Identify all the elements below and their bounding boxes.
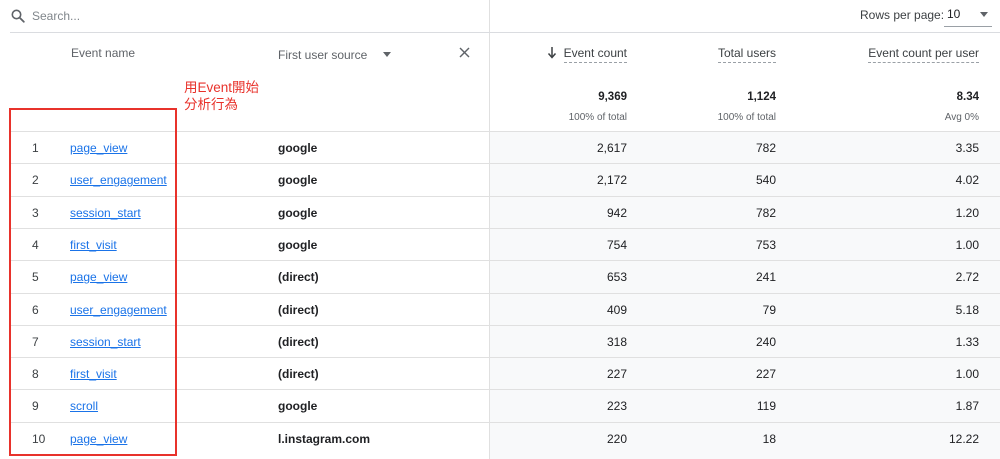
search-input[interactable]: [32, 6, 452, 26]
column-header-first-user-source[interactable]: First user source: [278, 48, 367, 62]
first-user-source-cell: google: [278, 399, 318, 414]
rows-per-page-label: Rows per page:: [860, 8, 945, 22]
event-count-cell: 2,172: [596, 173, 627, 188]
event-count-per-user-cell: 5.18: [955, 302, 979, 317]
total-event-count-percent: 100% of total: [568, 112, 627, 123]
total-users-percent: 100% of total: [717, 112, 776, 123]
event-count-per-user-cell: 1.00: [955, 367, 979, 382]
search-icon: [11, 9, 25, 23]
first-user-source-cell: (direct): [278, 334, 319, 349]
chevron-down-icon: [980, 12, 988, 17]
event-count-per-user-cell: 1.20: [955, 205, 979, 220]
event-count-per-user-cell: 1.33: [955, 334, 979, 349]
total-users-cell: 240: [755, 334, 776, 349]
table-top-divider: [10, 32, 1000, 33]
event-count-cell: 318: [606, 334, 627, 349]
table-toolbar: Rows per page: 10: [0, 0, 1000, 33]
column-header-event-count[interactable]: Event count: [563, 46, 627, 63]
total-users-cell: 540: [755, 173, 776, 188]
event-count-cell: 220: [606, 431, 627, 446]
first-user-source-cell: google: [278, 173, 318, 188]
event-count-per-user-cell: 1.00: [955, 237, 979, 252]
total-users-cell: 782: [755, 205, 776, 220]
dimension-dropdown-icon[interactable]: [383, 52, 391, 57]
event-count-per-user-cell: 3.35: [955, 141, 979, 155]
event-count-cell: 653: [606, 270, 627, 285]
total-users-cell: 753: [755, 237, 776, 252]
event-count-per-user-cell: 1.87: [955, 399, 979, 414]
event-count-cell: 409: [606, 302, 627, 317]
total-users-cell: 79: [762, 302, 776, 317]
annotation-highlight-box: [9, 108, 177, 456]
rows-per-page-value: 10: [947, 7, 961, 21]
first-user-source-cell: l.instagram.com: [278, 431, 371, 446]
total-per-user: 8.34: [956, 91, 979, 103]
column-header-event-count-per-user[interactable]: Event count per user: [868, 46, 979, 63]
first-user-source-cell: (direct): [278, 270, 319, 285]
total-users-cell: 18: [762, 431, 776, 446]
first-user-source-cell: google: [278, 205, 318, 220]
event-count-cell: 223: [606, 399, 627, 414]
annotation-line-2: 分析行為: [184, 97, 238, 112]
event-count-cell: 754: [606, 237, 627, 252]
total-users-cell: 227: [755, 367, 776, 382]
event-count-per-user-cell: 12.22: [948, 431, 979, 446]
first-user-source-cell: google: [278, 141, 318, 155]
first-user-source-cell: (direct): [278, 367, 319, 382]
event-count-cell: 227: [606, 367, 627, 382]
toolbar-divider: [489, 0, 490, 33]
total-event-count: 9,369: [598, 91, 627, 103]
first-user-source-cell: google: [278, 237, 318, 252]
total-users-cell: 119: [756, 399, 776, 414]
event-count-per-user-cell: 2.72: [955, 270, 979, 285]
total-users-cell: 241: [755, 270, 776, 285]
event-count-per-user-cell: 4.02: [955, 173, 979, 188]
event-count-cell: 2,617: [596, 141, 627, 155]
total-per-user-average: Avg 0%: [944, 112, 979, 123]
annotation-text: 用Event開始 分析行為: [184, 79, 259, 113]
total-users-count: 1,124: [747, 91, 776, 103]
close-icon[interactable]: [459, 47, 470, 58]
rows-per-page-select[interactable]: 10: [944, 3, 992, 27]
column-header-total-users[interactable]: Total users: [717, 46, 776, 63]
column-header-event-name[interactable]: Event name: [71, 46, 135, 60]
total-users-cell: 782: [755, 141, 776, 155]
first-user-source-cell: (direct): [278, 302, 319, 317]
event-count-cell: 942: [606, 205, 627, 220]
annotation-line-1: 用Event開始: [184, 80, 260, 95]
sort-descending-icon: [547, 47, 557, 59]
